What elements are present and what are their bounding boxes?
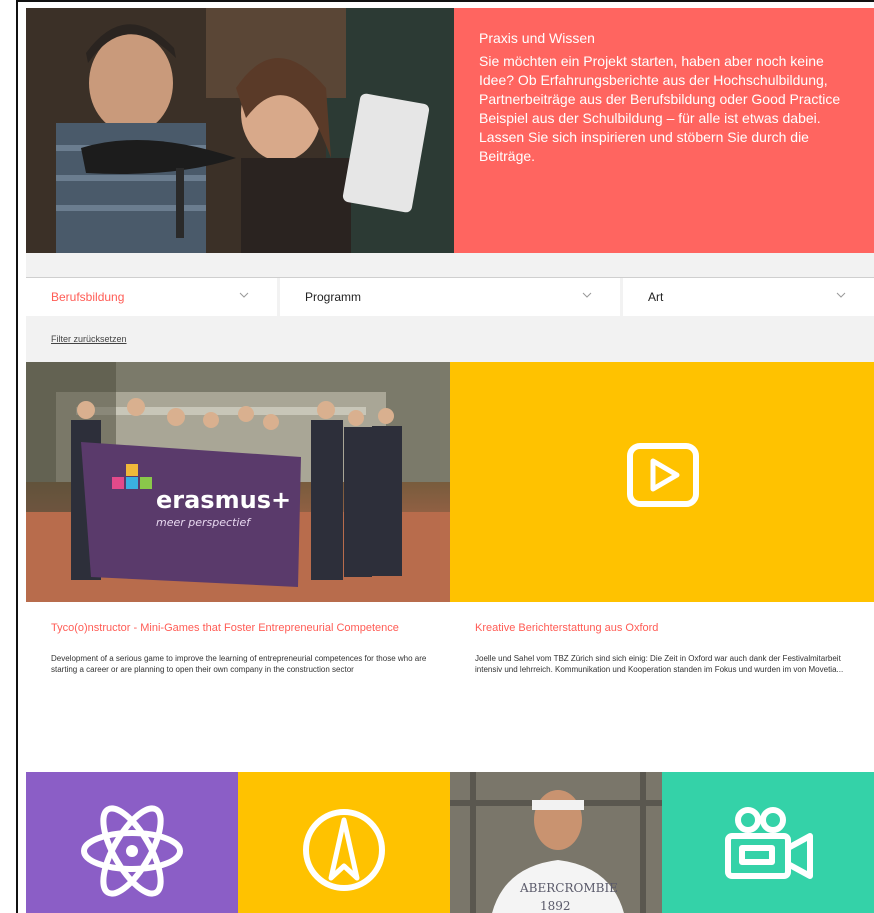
article-card[interactable]: erasmus+ meer perspectief Tyco(o)nstruct… <box>26 362 450 772</box>
tile-video-camera[interactable] <box>662 772 874 913</box>
group-photo-illustration: erasmus+ meer perspectief <box>26 362 450 602</box>
filter-berufsbildung[interactable]: Berufsbildung <box>26 278 280 316</box>
content: Praxis und Wissen Sie möchten ein Projek… <box>26 8 874 913</box>
erasmus-group-photo: erasmus+ meer perspectief <box>26 362 450 602</box>
reset-filter-link[interactable]: Filter zurücksetzen <box>51 334 127 344</box>
card-description: Joelle und Sahel vom TBZ Zürich sind sic… <box>475 654 844 674</box>
hero-photo-illustration <box>26 8 454 253</box>
banner-text: erasmus+ <box>156 486 291 514</box>
filter-label: Art <box>648 290 664 304</box>
hero-title: Praxis und Wissen <box>479 30 595 46</box>
card-title[interactable]: Kreative Berichterstattung aus Oxford <box>475 622 658 634</box>
atom-icon <box>81 805 183 897</box>
filter-programm[interactable]: Programm <box>280 278 623 316</box>
article-cards: erasmus+ meer perspectief Tyco(o)nstruct… <box>26 362 874 772</box>
chevron-down-icon <box>836 292 846 298</box>
filter-bar: Berufsbildung Programm Art <box>26 277 874 316</box>
play-icon[interactable] <box>626 442 700 508</box>
hero-body: Sie möchten ein Projekt starten, haben a… <box>479 53 841 164</box>
shirt-text: ABERCROMBIE <box>519 881 618 895</box>
video-camera-icon <box>725 807 813 879</box>
hero-intro: Praxis und Wissen Sie möchten ein Projek… <box>454 8 874 253</box>
hero: Praxis und Wissen Sie möchten ein Projek… <box>26 8 874 253</box>
shirt-number: 1892 <box>540 899 571 913</box>
page-frame: Praxis und Wissen Sie möchten ein Projek… <box>16 0 874 913</box>
filter-spacer <box>26 253 874 277</box>
compass-icon <box>303 809 385 891</box>
reset-bar: Filter zurücksetzen <box>26 316 874 362</box>
filter-label: Berufsbildung <box>51 290 125 304</box>
article-card[interactable]: Kreative Berichterstattung aus Oxford Jo… <box>450 362 874 772</box>
tile-person-photo[interactable]: ABERCROMBIE 1892 <box>450 772 662 913</box>
filter-art[interactable]: Art <box>623 278 874 316</box>
hero-photo <box>26 8 454 253</box>
banner-subtext: meer perspectief <box>156 516 252 529</box>
card-description: Development of a serious game to improve… <box>51 654 427 674</box>
video-thumbnail <box>450 362 874 602</box>
person-photo-illustration: ABERCROMBIE 1892 <box>450 772 662 913</box>
chevron-down-icon <box>239 292 249 298</box>
chevron-down-icon <box>582 292 592 298</box>
tile-compass[interactable] <box>238 772 450 913</box>
card-title[interactable]: Tyco(o)nstructor - Mini-Games that Foste… <box>51 622 399 634</box>
category-tiles: ABERCROMBIE 1892 <box>26 772 874 913</box>
filter-label: Programm <box>305 290 362 304</box>
tile-atom[interactable] <box>26 772 238 913</box>
